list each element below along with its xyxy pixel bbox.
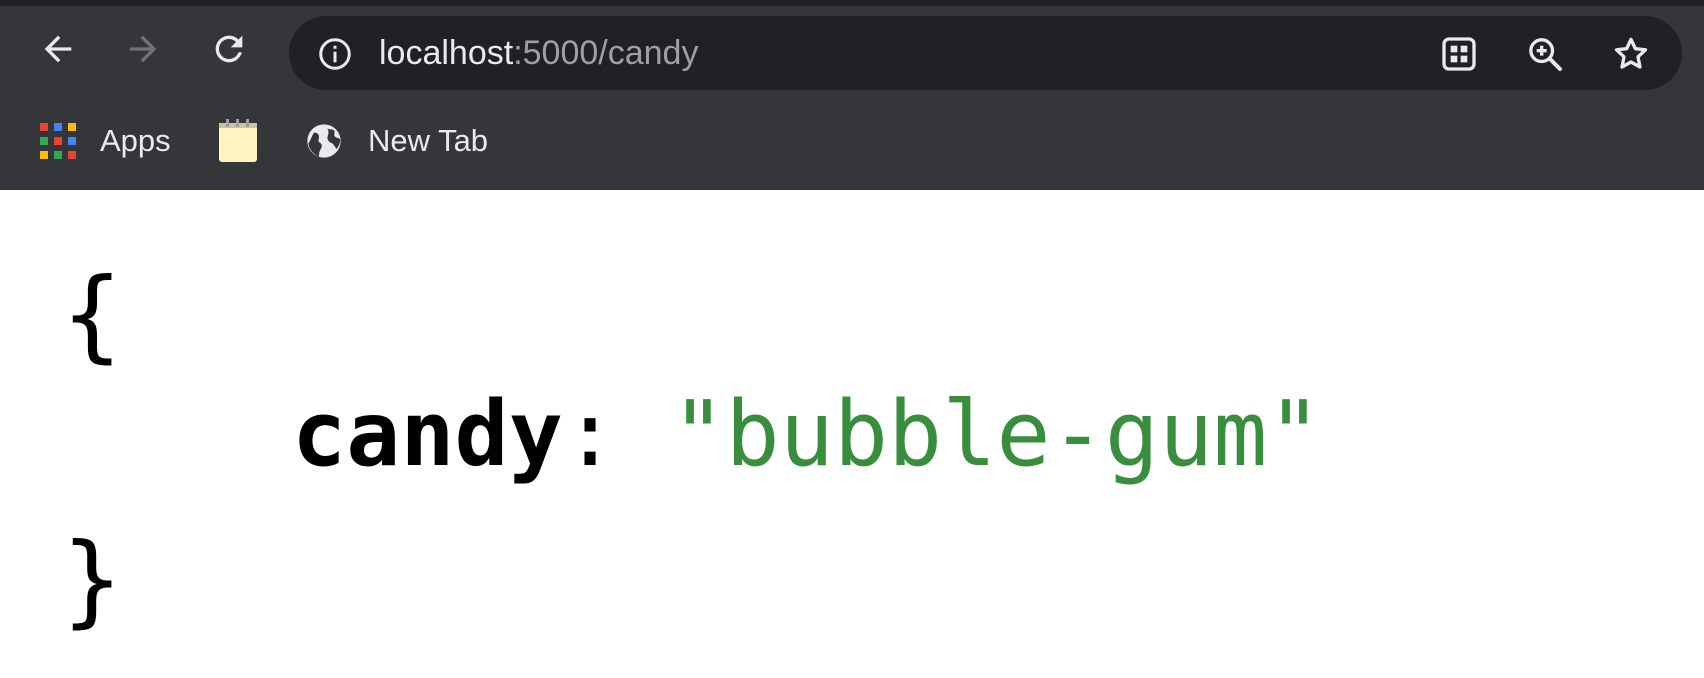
bookmark-label: New Tab — [368, 123, 489, 158]
json-key: candy — [292, 382, 563, 487]
bookmark-new-tab[interactable]: New Tab — [304, 116, 488, 166]
json-open-brace: { — [62, 256, 123, 373]
json-entry: candy: "bubble-gum" — [292, 385, 1322, 485]
bookmark-notepad[interactable] — [218, 116, 258, 166]
qr-code-icon — [1442, 37, 1476, 71]
browser-chrome: localhost:5000/candy Apps New Tab — [0, 0, 1704, 190]
forward-button[interactable] — [118, 24, 168, 74]
json-value: "bubble-gum" — [671, 382, 1322, 487]
url-path: :5000/candy — [513, 34, 699, 72]
json-close-brace: } — [62, 521, 123, 638]
arrow-right-icon — [129, 35, 157, 63]
reload-icon — [215, 35, 243, 63]
url-host: localhost — [379, 34, 514, 72]
qr-code-button[interactable] — [1439, 34, 1479, 74]
star-icon — [1614, 37, 1648, 69]
bookmark-apps[interactable]: Apps — [40, 116, 171, 166]
browser-toolbar: localhost:5000/candy — [0, 6, 1704, 102]
address-bar[interactable]: localhost:5000/candy — [289, 16, 1682, 90]
page-content: { candy: "bubble-gum" } — [0, 190, 1704, 678]
reload-button[interactable] — [204, 24, 254, 74]
bookmark-star-button[interactable] — [1611, 34, 1651, 74]
url-text[interactable]: localhost:5000/candy — [379, 16, 698, 90]
bookmarks-bar: Apps New Tab — [0, 102, 1704, 190]
bookmark-label: Apps — [100, 123, 171, 158]
globe-icon — [307, 124, 341, 158]
zoom-in-icon — [1529, 38, 1562, 71]
zoom-button[interactable] — [1525, 34, 1565, 74]
json-colon: : — [562, 382, 618, 487]
back-button[interactable] — [33, 24, 83, 74]
site-info-icon[interactable] — [317, 36, 353, 72]
apps-grid-icon — [40, 123, 76, 159]
arrow-left-icon — [44, 35, 72, 63]
notepad-icon — [219, 119, 257, 162]
